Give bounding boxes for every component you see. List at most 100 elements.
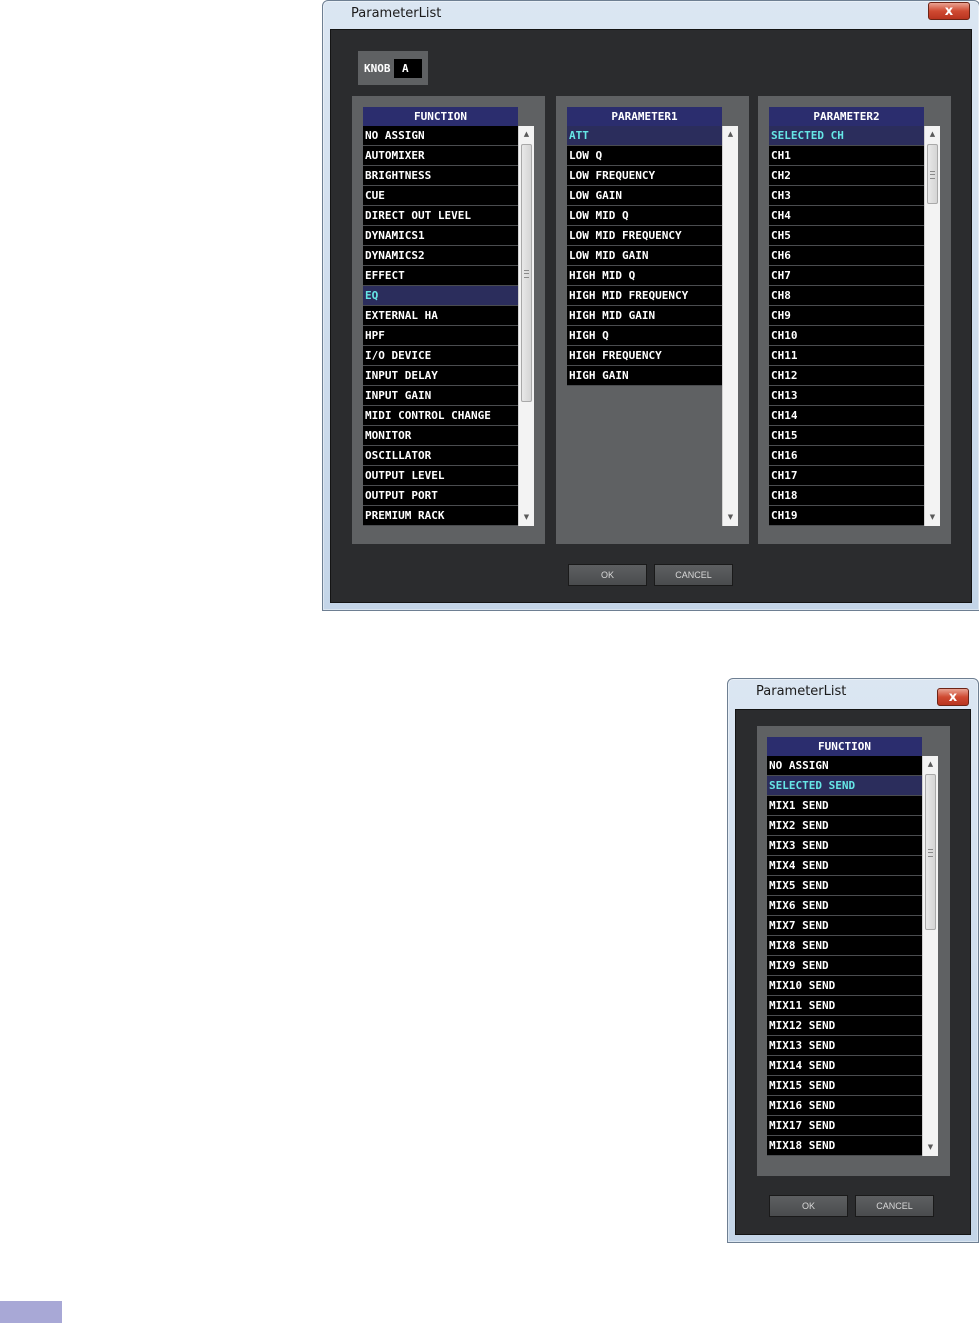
list-item[interactable]: MIX17 SEND (767, 1116, 922, 1136)
list-item[interactable]: CH12 (769, 366, 924, 386)
close-button[interactable]: x (937, 688, 969, 706)
list-item[interactable]: MIX18 SEND (767, 1136, 922, 1156)
list-item[interactable]: HIGH Q (567, 326, 722, 346)
list-item[interactable]: MIX2 SEND (767, 816, 922, 836)
list-item[interactable]: MONITOR (363, 426, 518, 446)
list-item[interactable]: MIX7 SEND (767, 916, 922, 936)
cancel-button[interactable]: CANCEL (855, 1195, 934, 1217)
parameter2-scrollbar[interactable]: ▲ ▼ (924, 126, 940, 526)
ok-button[interactable]: OK (568, 564, 647, 586)
list-item[interactable]: MIX5 SEND (767, 876, 922, 896)
list-item[interactable]: HIGH MID FREQUENCY (567, 286, 722, 306)
list-item[interactable]: DYNAMICS1 (363, 226, 518, 246)
list-item[interactable]: DYNAMICS2 (363, 246, 518, 266)
scroll-down-icon[interactable]: ▼ (923, 1139, 938, 1156)
list-item[interactable]: CH11 (769, 346, 924, 366)
parameter2-list[interactable]: SELECTED CH CH1 CH2 CH3 CH4 CH5 CH6 CH7 CH8 CH9 CH… (769, 126, 924, 526)
knob-value[interactable]: A (394, 59, 422, 78)
scroll-up-icon[interactable]: ▲ (519, 126, 534, 143)
list-item[interactable]: CH14 (769, 406, 924, 426)
scroll-down-icon[interactable]: ▼ (723, 509, 738, 526)
list-item[interactable]: LOW MID FREQUENCY (567, 226, 722, 246)
list-item[interactable]: HIGH MID GAIN (567, 306, 722, 326)
list-item[interactable]: MIX6 SEND (767, 896, 922, 916)
list-item[interactable]: SELECTED SEND (767, 776, 922, 796)
list-item[interactable]: CH19 (769, 506, 924, 526)
list-item[interactable]: HPF (363, 326, 518, 346)
list-item[interactable]: MIX13 SEND (767, 1036, 922, 1056)
list-item[interactable]: MIX1 SEND (767, 796, 922, 816)
scrollbar-thumb[interactable] (927, 144, 938, 204)
list-item[interactable]: OUTPUT LEVEL (363, 466, 518, 486)
list-item[interactable]: MIX15 SEND (767, 1076, 922, 1096)
list-item[interactable]: I/O DEVICE (363, 346, 518, 366)
list-item[interactable]: BRIGHTNESS (363, 166, 518, 186)
list-item[interactable]: LOW FREQUENCY (567, 166, 722, 186)
list-item[interactable]: HIGH FREQUENCY (567, 346, 722, 366)
scroll-up-icon[interactable]: ▲ (723, 126, 738, 143)
scroll-up-icon[interactable]: ▲ (923, 756, 938, 773)
list-item[interactable]: CH7 (769, 266, 924, 286)
cancel-button[interactable]: CANCEL (654, 564, 733, 586)
list-item[interactable]: CUE (363, 186, 518, 206)
list-item[interactable]: INPUT DELAY (363, 366, 518, 386)
scrollbar-thumb[interactable] (925, 774, 936, 930)
function-list[interactable]: NO ASSIGN SELECTED SEND MIX1 SEND MIX2 SEND… (767, 756, 922, 1156)
list-item[interactable]: LOW GAIN (567, 186, 722, 206)
list-item[interactable]: CH15 (769, 426, 924, 446)
list-item[interactable]: CH6 (769, 246, 924, 266)
parameter1-scrollbar[interactable]: ▲ ▼ (722, 126, 738, 526)
list-item[interactable]: CH10 (769, 326, 924, 346)
list-item[interactable]: INPUT GAIN (363, 386, 518, 406)
list-item[interactable]: LOW MID GAIN (567, 246, 722, 266)
function-scrollbar[interactable]: ▲ ▼ (922, 756, 938, 1156)
function-list[interactable]: NO ASSIGN AUTOMIXER BRIGHTNESS CUE DIRECT OU… (363, 126, 518, 526)
ok-button[interactable]: OK (769, 1195, 848, 1217)
close-button[interactable]: x (928, 2, 970, 20)
list-item[interactable]: EFFECT (363, 266, 518, 286)
scroll-down-icon[interactable]: ▼ (519, 509, 534, 526)
list-item[interactable]: CH16 (769, 446, 924, 466)
list-item[interactable]: CH9 (769, 306, 924, 326)
scrollbar-thumb[interactable] (521, 144, 532, 402)
list-item[interactable]: LOW Q (567, 146, 722, 166)
scroll-down-icon[interactable]: ▼ (925, 509, 940, 526)
list-item[interactable]: CH8 (769, 286, 924, 306)
list-item[interactable]: MIX9 SEND (767, 956, 922, 976)
list-item[interactable]: AUTOMIXER (363, 146, 518, 166)
list-item[interactable]: MIX4 SEND (767, 856, 922, 876)
list-item[interactable]: SELECTED CH (769, 126, 924, 146)
list-item[interactable]: OUTPUT PORT (363, 486, 518, 506)
list-item[interactable]: HIGH GAIN (567, 366, 722, 386)
list-item[interactable]: OSCILLATOR (363, 446, 518, 466)
list-item[interactable]: ATT (567, 126, 722, 146)
scroll-up-icon[interactable]: ▲ (925, 126, 940, 143)
list-item[interactable]: LOW MID Q (567, 206, 722, 226)
parameter1-list[interactable]: ATT LOW Q LOW FREQUENCY LOW GAIN LOW MID Q LO… (567, 126, 722, 386)
list-item[interactable]: CH17 (769, 466, 924, 486)
list-item[interactable]: HIGH MID Q (567, 266, 722, 286)
list-item[interactable]: MIX3 SEND (767, 836, 922, 856)
list-item[interactable]: MIX11 SEND (767, 996, 922, 1016)
list-item[interactable]: DIRECT OUT LEVEL (363, 206, 518, 226)
list-item[interactable]: CH3 (769, 186, 924, 206)
list-item[interactable]: CH4 (769, 206, 924, 226)
list-item[interactable]: MIX8 SEND (767, 936, 922, 956)
list-item[interactable]: MIX10 SEND (767, 976, 922, 996)
function-scrollbar[interactable]: ▲ ▼ (518, 126, 534, 526)
list-item[interactable]: MIDI CONTROL CHANGE (363, 406, 518, 426)
title-bar[interactable]: ParameterList x (728, 679, 978, 707)
list-item[interactable]: CH5 (769, 226, 924, 246)
list-item[interactable]: CH13 (769, 386, 924, 406)
list-item[interactable]: MIX16 SEND (767, 1096, 922, 1116)
list-item[interactable]: CH18 (769, 486, 924, 506)
list-item[interactable]: CH2 (769, 166, 924, 186)
list-item[interactable]: EQ (363, 286, 518, 306)
list-item[interactable]: PREMIUM RACK (363, 506, 518, 526)
list-item[interactable]: CH1 (769, 146, 924, 166)
list-item[interactable]: MIX14 SEND (767, 1056, 922, 1076)
list-item[interactable]: MIX12 SEND (767, 1016, 922, 1036)
title-bar[interactable]: ParameterList x (323, 1, 979, 29)
list-item[interactable]: NO ASSIGN (363, 126, 518, 146)
list-item[interactable]: NO ASSIGN (767, 756, 922, 776)
